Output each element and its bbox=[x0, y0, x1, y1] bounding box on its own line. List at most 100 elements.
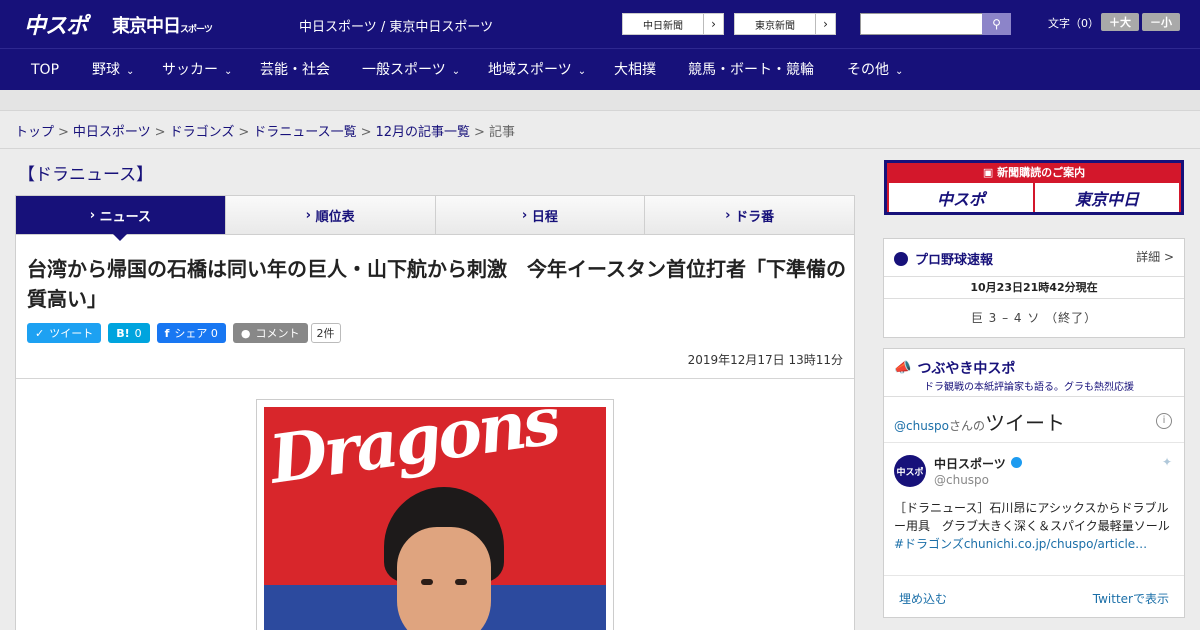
promo-chuspo-link[interactable]: 中スポ bbox=[889, 183, 1033, 212]
nav-item-label: 地域スポーツ bbox=[488, 62, 572, 78]
breadcrumb: トップ > 中日スポーツ > ドラゴンズ > ドラニュース一覧 >12月の記事一覧 > 記事 bbox=[0, 110, 1200, 149]
chevron-right-icon: › bbox=[725, 207, 736, 223]
breadcrumb-separator: > bbox=[238, 125, 250, 140]
hatena-button[interactable]: B! 0 bbox=[108, 323, 150, 343]
breadcrumb-link-december-list[interactable]: 12月の記事一覧 bbox=[376, 125, 471, 140]
pro-baseball-scores: プロ野球速報 詳細 > 10月23日21時42分現在 巨 3 – 4 ソ （終了… bbox=[883, 238, 1185, 338]
subscription-promo[interactable]: ▣ 新聞購読のご案内 中スポ 東京中日 bbox=[884, 160, 1184, 215]
timeline-heading: @chuspoさんのツイート bbox=[894, 407, 1065, 436]
tab-standings[interactable]: › 順位表 bbox=[225, 196, 436, 235]
tab-schedule[interactable]: › 日程 bbox=[435, 196, 646, 235]
comment-button[interactable]: ● コメント bbox=[232, 323, 308, 343]
tokyo-chunichi-logo[interactable]: 東京中日スポーツ bbox=[112, 12, 213, 38]
facebook-share-label: シェア bbox=[174, 327, 208, 340]
view-on-twitter-link[interactable]: Twitterで表示 bbox=[1093, 590, 1169, 607]
tweets-widget: 📣 つぶやき中スポ ドラ観戦の本紙評論家も語る。グラも熱烈応援 @chuspoさん… bbox=[883, 348, 1185, 618]
chevron-right-icon: › bbox=[305, 207, 316, 223]
main-nav: TOP 野球 ⌄ サッカー ⌄ 芸能・社会 一般スポーツ ⌄ 地域スポーツ ⌄ 大相撲 … bbox=[0, 48, 1200, 90]
nav-item-label: その他 bbox=[847, 62, 889, 78]
breadcrumb-separator: > bbox=[360, 125, 372, 140]
tweets-subtitle: ドラ観戦の本紙評論家も語る。グラも熱烈応援 bbox=[924, 382, 1134, 393]
chevron-down-icon: ⌄ bbox=[895, 66, 904, 77]
nav-item-other[interactable]: その他 ⌄ bbox=[847, 49, 903, 91]
nav-item-sumo[interactable]: 大相撲 bbox=[614, 49, 656, 91]
nav-item-local-sports[interactable]: 地域スポーツ ⌄ bbox=[488, 49, 586, 91]
chevron-right-icon: › bbox=[703, 14, 723, 34]
breadcrumb-link-dra-news-list[interactable]: ドラニュース一覧 bbox=[253, 125, 356, 140]
chevron-right-icon: › bbox=[89, 207, 100, 223]
tweet-button[interactable]: ✓ ツイート bbox=[27, 323, 102, 343]
nav-item-racing[interactable]: 競馬・ボート・競輪 bbox=[688, 49, 814, 91]
nav-item-label: 芸能・社会 bbox=[260, 62, 330, 78]
nav-item-general-sports[interactable]: 一般スポーツ ⌄ bbox=[362, 49, 460, 91]
chevron-down-icon: ⌄ bbox=[451, 66, 461, 77]
tokyo-chunichi-logo-text: 東京中日 bbox=[112, 16, 181, 37]
breadcrumb-link-chunichi-sports[interactable]: 中日スポーツ bbox=[73, 125, 151, 140]
breadcrumb-link-dragons[interactable]: ドラゴンズ bbox=[170, 125, 235, 140]
tokyo-shimbun-button[interactable]: 東京新聞 › bbox=[734, 13, 836, 35]
tweet-body: ［ドラニュース］石川昂にアシックスからドラブルー用具 グラブ大きく深く＆スパイク… bbox=[894, 501, 1170, 533]
comment-count[interactable]: 2件 bbox=[310, 323, 341, 343]
verified-badge-icon bbox=[1010, 457, 1022, 468]
nav-item-label: 一般スポーツ bbox=[362, 62, 446, 78]
score-result[interactable]: 巨 3 – 4 ソ （終了） bbox=[884, 309, 1184, 326]
tweet-user-name-text: 中日スポーツ bbox=[934, 457, 1006, 471]
tweet-user-name[interactable]: 中日スポーツ bbox=[934, 455, 1022, 472]
tweet-text: ［ドラニュース］石川昂にアシックスからドラブルー用具 グラブ大きく深く＆スパイク… bbox=[894, 499, 1174, 553]
article-headline: 台湾から帰国の石橋は同い年の巨人・山下航から刺激 今年イースタン首位打者「下準備… bbox=[27, 257, 846, 311]
baseball-icon bbox=[894, 251, 908, 266]
font-smaller-button[interactable]: －小 bbox=[1142, 13, 1180, 31]
facebook-share-button[interactable]: f シェア 0 bbox=[156, 323, 226, 343]
tab-news[interactable]: › ニュース bbox=[16, 196, 226, 241]
tweet-hashtag-link[interactable]: #ドラゴンズchunichi.co.jp/chuspo/article… bbox=[894, 537, 1147, 551]
promo-title-text: 新聞購読のご案内 bbox=[997, 166, 1086, 179]
article-photo[interactable]: Dragons bbox=[264, 407, 606, 630]
nav-item-baseball[interactable]: 野球 ⌄ bbox=[92, 49, 134, 91]
search-button[interactable]: ⚲ bbox=[982, 13, 1011, 35]
player-eye-left bbox=[421, 579, 433, 585]
tab-label: 順位表 bbox=[315, 209, 355, 225]
nav-item-label: TOP bbox=[31, 62, 60, 78]
share-buttons: ✓ ツイート B! 0 f シェア 0 ● コメント 2件 bbox=[27, 323, 341, 343]
timeline-account-link[interactable]: @chuspo bbox=[894, 419, 949, 433]
article-photo-frame: Dragons bbox=[256, 399, 614, 630]
breadcrumb-separator: > bbox=[154, 125, 166, 140]
breadcrumb-separator: > bbox=[474, 125, 485, 140]
font-size-label: 文字（0） bbox=[1048, 17, 1099, 30]
search-input[interactable] bbox=[860, 13, 983, 35]
breadcrumb-link-top[interactable]: トップ bbox=[15, 125, 54, 140]
timeline-account-suffix: さんの bbox=[949, 419, 986, 433]
twitter-timeline: @chuspoさんのツイート i 中スポ 中日スポーツ @chuspo ✦ ［ド… bbox=[884, 396, 1184, 618]
font-bigger-button[interactable]: ＋大 bbox=[1101, 13, 1139, 31]
chuspo-logo[interactable]: 中スポ bbox=[24, 8, 88, 40]
site-links[interactable]: 中日スポーツ / 東京中日スポーツ bbox=[299, 16, 493, 35]
tweets-title-text: つぶやき中スポ bbox=[917, 361, 1016, 377]
twitter-bird-icon: ✦ bbox=[1161, 455, 1172, 469]
hatena-bookmark-icon: B! bbox=[116, 326, 130, 340]
promo-tokyo-chunichi-link[interactable]: 東京中日 bbox=[1035, 183, 1179, 212]
article-divider bbox=[16, 378, 854, 379]
nav-item-top[interactable]: TOP bbox=[31, 49, 59, 91]
nav-item-label: 野球 bbox=[92, 62, 120, 78]
nav-item-entertainment[interactable]: 芸能・社会 bbox=[260, 49, 330, 91]
tab-label: ドラ番 bbox=[735, 209, 775, 225]
comment-label: コメント bbox=[255, 327, 300, 340]
avatar[interactable]: 中スポ bbox=[894, 455, 926, 487]
scores-updated: 10月23日21時42分現在 bbox=[884, 276, 1184, 299]
scores-detail-link[interactable]: 詳細 > bbox=[1136, 248, 1174, 265]
twitter-icon: ✓ bbox=[35, 326, 45, 340]
info-icon[interactable]: i bbox=[1156, 413, 1172, 429]
embed-link[interactable]: 埋め込む bbox=[899, 590, 947, 607]
chevron-down-icon: ⌄ bbox=[126, 66, 135, 77]
article-panel: › ニュース › 順位表 › 日程 › ドラ番 台湾から帰国の石橋は同い年の巨人… bbox=[15, 195, 855, 630]
chevron-down-icon: ⌄ bbox=[577, 66, 587, 77]
player-eye-right bbox=[455, 579, 467, 585]
chunichi-shimbun-button[interactable]: 中日新聞 › bbox=[622, 13, 724, 35]
nav-item-soccer[interactable]: サッカー ⌄ bbox=[162, 49, 232, 91]
tab-dora-ban[interactable]: › ドラ番 bbox=[645, 196, 854, 235]
dragons-logo-text: Dragons bbox=[264, 407, 563, 499]
megaphone-icon: 📣 bbox=[894, 360, 912, 376]
tweet-user-handle[interactable]: @chuspo bbox=[934, 473, 989, 487]
chevron-right-icon: › bbox=[815, 14, 835, 34]
hatena-count: 0 bbox=[134, 326, 142, 340]
